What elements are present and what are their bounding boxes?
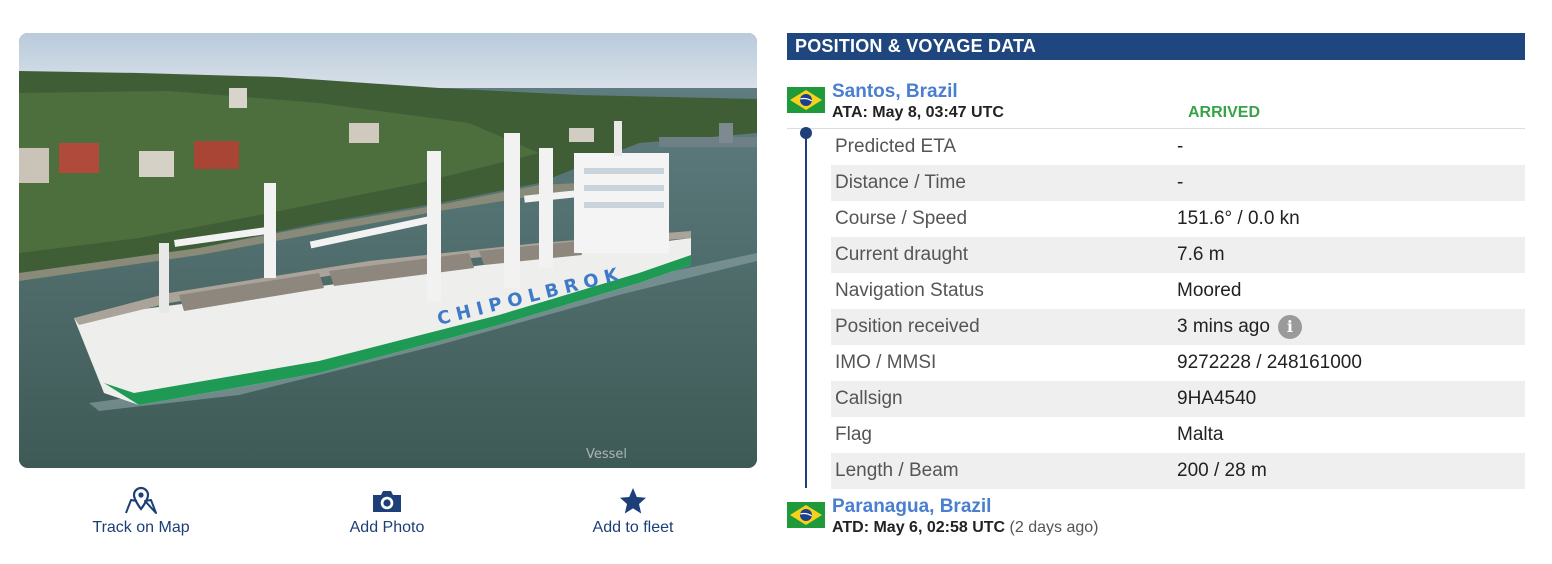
row-label: Navigation Status [835,280,984,301]
origin-port-link[interactable]: Santos, Brazil [832,81,958,103]
row-value: 3 mins ago [1177,316,1270,337]
navigation-status-row: Navigation Status Moored [831,273,1525,309]
row-value: Moored [1177,280,1242,301]
track-on-map-button[interactable]: Track on Map [51,486,231,537]
row-value-wrap: 3 mins ago i [1177,315,1302,339]
map-pin-icon [51,486,231,516]
row-label: Length / Beam [835,460,959,481]
star-icon [543,486,723,516]
add-photo-button[interactable]: Add Photo [297,486,477,537]
callsign-row: Callsign 9HA4540 [831,381,1525,417]
voyage-data-table: Predicted ETA - Distance / Time - Course… [831,129,1525,489]
row-value: 200 / 28 m [1177,460,1267,481]
current-draught-row: Current draught 7.6 m [831,237,1525,273]
position-received-row: Position received 3 mins ago i [831,309,1525,345]
camera-icon [297,486,477,516]
arrival-time: ATA: May 8, 03:47 UTC [832,104,1004,121]
info-icon[interactable]: i [1277,315,1302,339]
cargo-ship-image: CHIPOLBROK [19,33,757,468]
row-value: 9272228 / 248161000 [1177,352,1362,373]
course-speed-row: Course / Speed 151.6° / 0.0 kn [831,201,1525,237]
vessel-photo[interactable]: CHIPOLBROK Vessel [19,33,757,468]
row-value: - [1177,172,1184,193]
row-value: 7.6 m [1177,244,1225,265]
photo-watermark: Vessel [585,447,627,462]
departure-time: ATD: May 6, 02:58 UTC [832,519,1006,536]
predicted-eta-row: Predicted ETA - [831,129,1525,165]
destination-port-link[interactable]: Paranagua, Brazil [832,496,991,518]
add-to-fleet-label: Add to fleet [592,519,674,536]
vessel-actions: Track on Map Add Photo Add to fleet [19,486,757,546]
distance-time-row: Distance / Time - [831,165,1525,201]
voyage-timeline [805,132,807,488]
row-value: 151.6° / 0.0 kn [1177,208,1300,229]
imo-mmsi-row: IMO / MMSI 9272228 / 248161000 [831,345,1525,381]
row-value: Malta [1177,424,1224,445]
row-value: 9HA4540 [1177,388,1257,409]
brazil-flag-icon [787,87,825,113]
row-label: Position received [835,316,980,337]
flag-row: Flag Malta [831,417,1525,453]
row-label: Current draught [835,244,969,265]
departure-time-wrap: ATD: May 6, 02:58 UTC (2 days ago) [832,519,1098,537]
add-photo-label: Add Photo [349,519,425,536]
origin-port: Santos, Brazil ATA: May 8, 03:47 UTC ARR… [787,80,1525,129]
status-badge: ARRIVED [1188,104,1261,121]
brazil-flag-icon [787,502,825,528]
add-to-fleet-button[interactable]: Add to fleet [543,486,723,537]
row-label: Callsign [835,388,903,409]
row-label: Distance / Time [835,172,966,193]
length-beam-row: Length / Beam 200 / 28 m [831,453,1525,489]
row-value: - [1177,136,1184,157]
track-on-map-label: Track on Map [92,519,190,536]
row-label: IMO / MMSI [835,352,937,373]
destination-port: Paranagua, Brazil ATD: May 6, 02:58 UTC … [787,496,1525,540]
timeline-dot [800,127,812,139]
row-label: Predicted ETA [835,136,957,157]
departure-ago: (2 days ago) [1009,519,1099,536]
row-label: Flag [835,424,872,445]
position-voyage-header: POSITION & VOYAGE DATA [787,33,1525,60]
row-label: Course / Speed [835,208,968,229]
